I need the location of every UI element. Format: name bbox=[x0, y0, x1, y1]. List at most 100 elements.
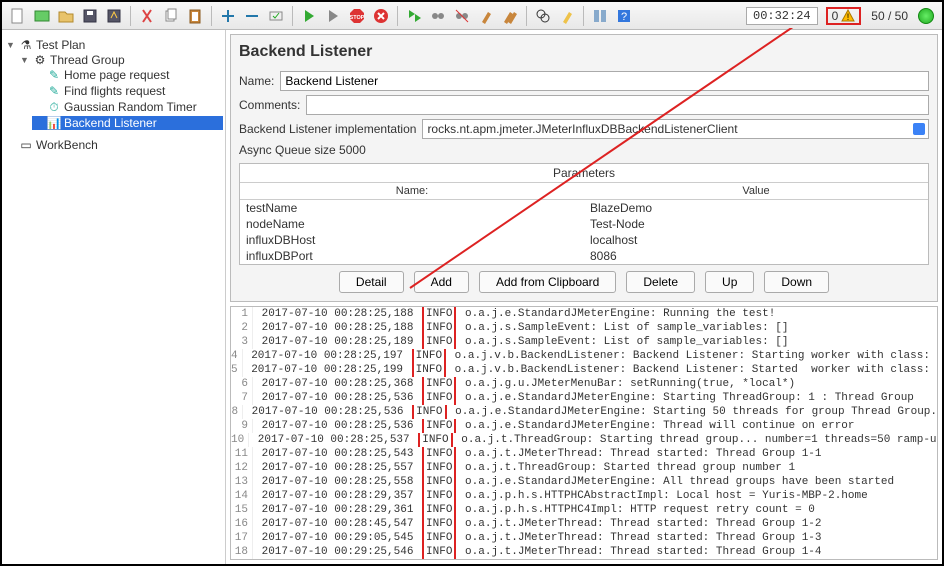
comments-input[interactable] bbox=[306, 95, 929, 115]
tree-thread-group[interactable]: ▼Thread Group bbox=[18, 53, 223, 67]
tree-item[interactable]: Gaussian Random Timer bbox=[32, 100, 223, 114]
up-button[interactable]: Up bbox=[705, 271, 754, 293]
param-value: localhost bbox=[584, 232, 928, 248]
col-name: Name: bbox=[240, 183, 584, 199]
log-row: 8 2017-07-10 00:28:25,536 INFO o.a.j.e.S… bbox=[231, 405, 937, 419]
remote-stop-icon[interactable] bbox=[427, 5, 449, 27]
delete-button[interactable]: Delete bbox=[626, 271, 695, 293]
config-panel: Backend Listener Name: Comments: Backend… bbox=[230, 34, 938, 302]
clear-all-icon[interactable] bbox=[499, 5, 521, 27]
log-row: 6 2017-07-10 00:28:25,368 INFO o.a.j.g.u… bbox=[231, 377, 937, 391]
reset-search-icon[interactable] bbox=[556, 5, 578, 27]
table-row[interactable]: influxDBPort8086 bbox=[240, 248, 928, 264]
item-icon bbox=[47, 116, 61, 130]
collapse-icon[interactable] bbox=[241, 5, 263, 27]
templates-icon[interactable] bbox=[31, 5, 53, 27]
save-icon[interactable] bbox=[79, 5, 101, 27]
log-row: 17 2017-07-10 00:29:05,545 INFO o.a.j.t.… bbox=[231, 531, 937, 545]
run-icon[interactable] bbox=[298, 5, 320, 27]
log-row: 1 2017-07-10 00:28:25,188 INFO o.a.j.e.S… bbox=[231, 307, 937, 321]
comments-label: Comments: bbox=[239, 98, 300, 112]
add-from-clipboard-button[interactable]: Add from Clipboard bbox=[479, 271, 616, 293]
table-row[interactable]: testNameBlazeDemo bbox=[240, 200, 928, 216]
item-icon bbox=[47, 68, 61, 82]
run-notimers-icon[interactable] bbox=[322, 5, 344, 27]
log-row: 11 2017-07-10 00:28:25,543 INFO o.a.j.t.… bbox=[231, 447, 937, 461]
svg-text:?: ? bbox=[621, 11, 627, 23]
param-name: testName bbox=[240, 200, 584, 216]
down-button[interactable]: Down bbox=[764, 271, 829, 293]
flask-icon bbox=[19, 38, 33, 52]
table-row[interactable]: nodeNameTest-Node bbox=[240, 216, 928, 232]
remote-shutdown-icon[interactable] bbox=[451, 5, 473, 27]
impl-dropdown[interactable]: rocks.nt.apm.jmeter.JMeterInfluxDBBacken… bbox=[422, 119, 929, 139]
gear-icon bbox=[33, 53, 47, 67]
name-input[interactable] bbox=[280, 71, 929, 91]
tree-panel: ▼Test Plan ▼Thread Group Home page reque… bbox=[2, 30, 226, 564]
stop-icon[interactable]: STOP bbox=[346, 5, 368, 27]
paste-icon[interactable] bbox=[184, 5, 206, 27]
remote-start-icon[interactable] bbox=[403, 5, 425, 27]
tree-item[interactable]: Backend Listener bbox=[32, 116, 223, 130]
parameters-title: Parameters bbox=[240, 164, 928, 183]
param-name: nodeName bbox=[240, 216, 584, 232]
log-row: 7 2017-07-10 00:28:25,536 INFO o.a.j.e.S… bbox=[231, 391, 937, 405]
toggle-icon[interactable] bbox=[265, 5, 287, 27]
item-icon bbox=[47, 100, 61, 114]
elapsed-time: 00:32:24 bbox=[746, 7, 818, 25]
log-row: 13 2017-07-10 00:28:25,558 INFO o.a.j.e.… bbox=[231, 475, 937, 489]
new-icon[interactable] bbox=[7, 5, 29, 27]
clear-icon[interactable] bbox=[475, 5, 497, 27]
log-row: 19 2017-07-10 00:29:45,549 INFO o.a.j.t.… bbox=[231, 559, 937, 560]
warning-indicator[interactable]: 0 ! bbox=[826, 7, 862, 25]
log-row: 12 2017-07-10 00:28:25,557 INFO o.a.j.t.… bbox=[231, 461, 937, 475]
tree-test-plan[interactable]: ▼Test Plan bbox=[4, 38, 223, 52]
tree-item[interactable]: Home page request bbox=[32, 68, 223, 82]
add-button[interactable]: Add bbox=[414, 271, 469, 293]
expand-icon[interactable] bbox=[217, 5, 239, 27]
tree-label: WorkBench bbox=[36, 138, 98, 152]
log-row: 9 2017-07-10 00:28:25,536 INFO o.a.j.e.S… bbox=[231, 419, 937, 433]
param-value: 8086 bbox=[584, 248, 928, 264]
log-viewer[interactable]: 1 2017-07-10 00:28:25,188 INFO o.a.j.e.S… bbox=[230, 306, 938, 560]
col-value: Value bbox=[584, 183, 928, 199]
warning-icon: ! bbox=[841, 9, 855, 23]
svg-text:STOP: STOP bbox=[350, 15, 365, 21]
running-indicator-icon bbox=[918, 8, 934, 24]
warning-count: 0 bbox=[832, 9, 839, 23]
detail-button[interactable]: Detail bbox=[339, 271, 404, 293]
log-row: 3 2017-07-10 00:28:25,189 INFO o.a.j.s.S… bbox=[231, 335, 937, 349]
log-row: 18 2017-07-10 00:29:25,546 INFO o.a.j.t.… bbox=[231, 545, 937, 559]
copy-icon[interactable] bbox=[160, 5, 182, 27]
log-row: 2 2017-07-10 00:28:25,188 INFO o.a.j.s.S… bbox=[231, 321, 937, 335]
impl-label: Backend Listener implementation bbox=[239, 122, 416, 136]
table-row[interactable]: influxDBHostlocalhost bbox=[240, 232, 928, 248]
param-name: influxDBHost bbox=[240, 232, 584, 248]
save-as-icon[interactable] bbox=[103, 5, 125, 27]
tree-label: Find flights request bbox=[64, 84, 165, 98]
tree-label: Thread Group bbox=[50, 53, 125, 67]
tree-workbench[interactable]: WorkBench bbox=[4, 138, 223, 152]
tree-item[interactable]: Find flights request bbox=[32, 84, 223, 98]
tree-label: Gaussian Random Timer bbox=[64, 100, 197, 114]
log-row: 14 2017-07-10 00:28:29,357 INFO o.a.j.p.… bbox=[231, 489, 937, 503]
log-row: 4 2017-07-10 00:28:25,197 INFO o.a.j.v.b… bbox=[231, 349, 937, 363]
thread-count: 50 / 50 bbox=[871, 9, 908, 23]
shutdown-icon[interactable] bbox=[370, 5, 392, 27]
param-value: Test-Node bbox=[584, 216, 928, 232]
toolbar: STOP ? 00:32:24 0 ! 50 / 50 bbox=[2, 2, 942, 30]
tree-label: Test Plan bbox=[36, 38, 85, 52]
log-row: 15 2017-07-10 00:28:29,361 INFO o.a.j.p.… bbox=[231, 503, 937, 517]
function-helper-icon[interactable] bbox=[589, 5, 611, 27]
svg-text:!: ! bbox=[847, 12, 850, 22]
workbench-icon bbox=[19, 138, 33, 152]
cut-icon[interactable] bbox=[136, 5, 158, 27]
search-icon[interactable] bbox=[532, 5, 554, 27]
open-icon[interactable] bbox=[55, 5, 77, 27]
log-row: 16 2017-07-10 00:28:45,547 INFO o.a.j.t.… bbox=[231, 517, 937, 531]
help-icon[interactable]: ? bbox=[613, 5, 635, 27]
async-label: Async Queue size 5000 bbox=[239, 143, 366, 157]
tree-label: Home page request bbox=[64, 68, 169, 82]
item-icon bbox=[47, 84, 61, 98]
panel-title: Backend Listener bbox=[239, 43, 929, 61]
